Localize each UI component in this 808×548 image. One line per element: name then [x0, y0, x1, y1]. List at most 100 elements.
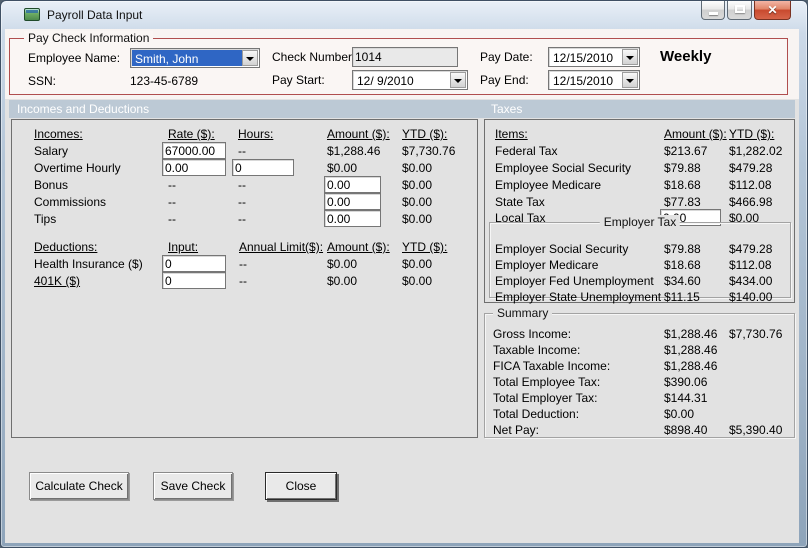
ssn-label: SSN: [28, 74, 57, 88]
tax-row-state: State Tax $77.83 $466.98 [485, 195, 794, 211]
pay-end-datepicker[interactable]: 12/15/2010 [548, 70, 640, 90]
deduction-label: Health Insurance ($) [34, 257, 143, 271]
tax-ytd: $479.28 [729, 242, 773, 256]
income-hours: -- [238, 195, 246, 209]
section-header-bar: Incomes and Deductions Taxes [9, 100, 795, 118]
tax-ytd: $434.00 [729, 274, 773, 288]
tax-ytd: $1,282.02 [729, 144, 783, 158]
bonus-amount-input[interactable] [324, 176, 381, 193]
income-hours: -- [238, 178, 246, 192]
chevron-down-icon [626, 56, 634, 60]
pay-date-label: Pay Date: [480, 50, 533, 64]
pay-date-dropdown-button[interactable] [622, 49, 638, 65]
incomes-header-row: Incomes: Rate ($): Hours: Amount ($): YT… [12, 127, 477, 143]
summary-row-fica: FICA Taxable Income: $1,288.46 [485, 359, 794, 375]
minimize-button[interactable] [701, 1, 725, 20]
title-bar[interactable]: Payroll Data Input ✕ [1, 1, 807, 29]
taxes-header-row: Items: Amount ($): YTD ($): [485, 127, 794, 143]
payroll-window: Payroll Data Input ✕ Pay Check Informati… [0, 0, 808, 548]
chevron-down-icon [626, 79, 634, 83]
tax-ytd: $140.00 [729, 290, 773, 304]
tax-amount: $18.68 [664, 178, 701, 192]
deduction-row-health: Health Insurance ($) -- $0.00 $0.00 [12, 255, 477, 273]
chevron-down-icon [246, 57, 254, 61]
deduction-ytd: $0.00 [402, 274, 433, 288]
401k-link[interactable]: 401K ($) [34, 274, 80, 288]
deductions-col-input: Input: [168, 240, 199, 254]
overtime-hours-input[interactable] [232, 159, 294, 176]
taxes-col-amount: Amount ($): [664, 127, 727, 141]
summary-amount: $0.00 [664, 407, 695, 421]
income-amount: $0.00 [327, 161, 358, 175]
summary-amount: $898.40 [664, 423, 708, 437]
employee-name-value: Smith, John [135, 52, 199, 66]
tax-amount: $77.83 [664, 195, 701, 209]
summary-row-deduction: Total Deduction: $0.00 [485, 407, 794, 423]
employee-name-dropdown-button[interactable] [242, 50, 258, 66]
minimize-icon [709, 12, 718, 15]
close-window-button[interactable]: ✕ [754, 1, 791, 20]
income-ytd: $0.00 [402, 195, 433, 209]
check-number-input[interactable] [352, 47, 458, 67]
check-number-label: Check Number: [272, 50, 356, 64]
deduction-amount: $0.00 [327, 257, 358, 271]
summary-label: Total Deduction: [493, 407, 580, 421]
taxes-col-item: Items: [495, 127, 528, 141]
maximize-button[interactable] [727, 1, 752, 20]
ssn-value: 123-45-6789 [130, 74, 199, 88]
deductions-col-limit: Annual Limit($): [239, 240, 324, 254]
salary-rate-input[interactable] [162, 142, 226, 159]
tax-ytd: $466.98 [729, 195, 773, 209]
tax-row-employer-ss: Employer Social Security $79.88 $479.28 [485, 242, 794, 258]
commissions-amount-input[interactable] [324, 193, 381, 210]
tax-amount: $18.68 [664, 258, 701, 272]
maximize-icon [735, 5, 745, 13]
desktop: Payroll Data Input ✕ Pay Check Informati… [0, 0, 808, 548]
income-label: Bonus [34, 178, 69, 192]
summary-amount: $390.06 [664, 375, 708, 389]
income-amount: $1,288.46 [327, 144, 381, 158]
tax-label: Employer Social Security [495, 242, 629, 256]
summary-label: Gross Income: [493, 327, 572, 341]
employer-tax-group-title: Employer Tax [599, 215, 681, 229]
401k-input[interactable] [162, 272, 226, 289]
pay-start-datepicker[interactable]: 12/ 9/2010 [352, 70, 468, 90]
summary-label: FICA Taxable Income: [493, 359, 611, 373]
tax-ytd: $479.28 [729, 161, 773, 175]
pay-date-datepicker[interactable]: 12/15/2010 [548, 47, 640, 67]
tax-amount: $79.88 [664, 161, 701, 175]
employee-name-combobox[interactable]: Smith, John [130, 48, 260, 68]
summary-label: Taxable Income: [493, 343, 581, 357]
pay-end-dropdown-button[interactable] [622, 72, 638, 88]
tax-label: Employee Medicare [495, 178, 602, 192]
incomes-col-rate: Rate ($): [168, 127, 215, 141]
income-ytd: $0.00 [402, 178, 433, 192]
incomes-section-header: Incomes and Deductions [17, 102, 150, 116]
summary-row-employer-tax: Total Employer Tax: $144.31 [485, 391, 794, 407]
income-row-salary: Salary -- $1,288.46 $7,730.76 [12, 142, 477, 160]
save-check-button[interactable]: Save Check [153, 472, 233, 500]
tax-amount: $79.88 [664, 242, 701, 256]
pay-end-label: Pay End: [480, 73, 529, 87]
income-row-bonus: Bonus -- -- $0.00 [12, 176, 477, 194]
tax-row-federal: Federal Tax $213.67 $1,282.02 [485, 144, 794, 160]
calculate-check-button[interactable]: Calculate Check [29, 472, 129, 500]
tax-row-employer-fed-unemp: Employer Fed Unemployment $34.60 $434.00 [485, 274, 794, 290]
summary-amount: $144.31 [664, 391, 708, 405]
tax-row-emp-ss: Employee Social Security $79.88 $479.28 [485, 161, 794, 177]
income-hours: -- [238, 212, 246, 226]
chevron-down-icon [454, 79, 462, 83]
summary-amount: $1,288.46 [664, 327, 718, 341]
tax-row-emp-medicare: Employee Medicare $18.68 $112.08 [485, 178, 794, 194]
overtime-rate-input[interactable] [162, 159, 226, 176]
tips-amount-input[interactable] [324, 210, 381, 227]
income-label: Overtime Hourly [34, 161, 121, 175]
pay-start-dropdown-button[interactable] [450, 72, 466, 88]
income-ytd: $0.00 [402, 212, 433, 226]
health-insurance-input[interactable] [162, 255, 226, 272]
income-row-overtime: Overtime Hourly $0.00 $0.00 [12, 159, 477, 177]
window-title: Payroll Data Input [47, 8, 143, 22]
pay-frequency-label: Weekly [660, 48, 712, 65]
tax-ytd: $112.08 [729, 178, 772, 192]
close-button[interactable]: Close [265, 472, 337, 500]
